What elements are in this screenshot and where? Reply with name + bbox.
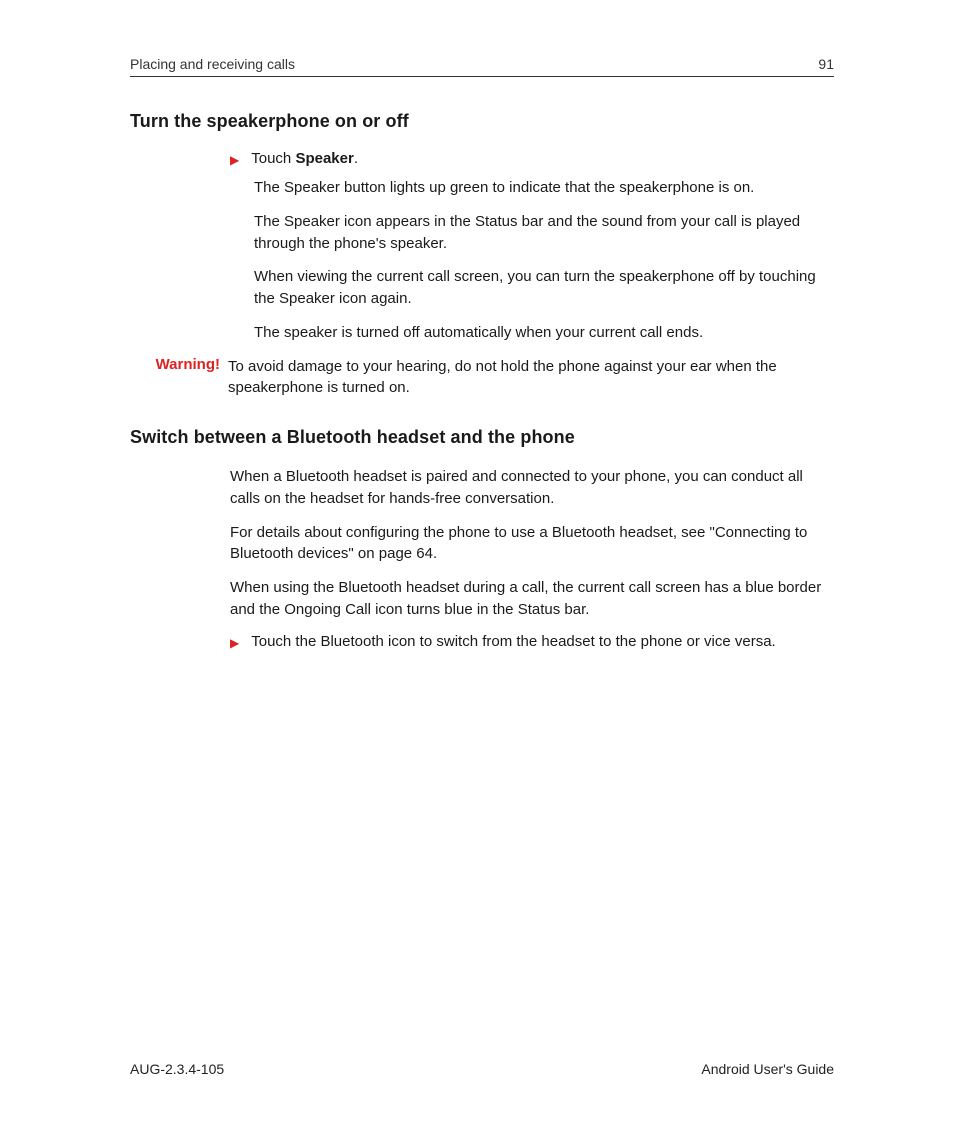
warning-callout: Warning! To avoid damage to your hearing…: [148, 356, 834, 400]
action-bold: Speaker: [295, 150, 353, 167]
paragraph: The Speaker icon appears in the Status b…: [254, 211, 834, 255]
section-title-speakerphone: Turn the speakerphone on or off: [130, 111, 834, 132]
chapter-title: Placing and receiving calls: [130, 56, 295, 72]
bullet-text: Touch the Bluetooth icon to switch from …: [251, 633, 775, 650]
triangle-bullet-icon: ▶: [230, 636, 239, 650]
page-footer: AUG-2.3.4-105 Android User's Guide: [130, 1061, 834, 1077]
triangle-bullet-icon: ▶: [230, 153, 239, 167]
action-item-speaker: ▶ Touch Speaker.: [230, 150, 834, 167]
paragraph: The Speaker button lights up green to in…: [254, 177, 834, 199]
paragraph: The speaker is turned off automatically …: [254, 322, 834, 344]
doc-title: Android User's Guide: [701, 1061, 834, 1077]
paragraph: When a Bluetooth headset is paired and c…: [230, 466, 834, 510]
warning-label: Warning!: [148, 356, 228, 373]
section-title-bluetooth: Switch between a Bluetooth headset and t…: [130, 427, 834, 448]
action-line: Touch Speaker.: [251, 150, 358, 167]
paragraph: When using the Bluetooth headset during …: [230, 577, 834, 621]
action-suffix: .: [354, 150, 358, 167]
action-prefix: Touch: [251, 150, 295, 167]
page-header: Placing and receiving calls 91: [130, 56, 834, 77]
action-item-bluetooth: ▶ Touch the Bluetooth icon to switch fro…: [230, 633, 834, 650]
warning-text: To avoid damage to your hearing, do not …: [228, 356, 834, 400]
paragraph: For details about configuring the phone …: [230, 522, 834, 566]
paragraph: When viewing the current call screen, yo…: [254, 266, 834, 310]
doc-id: AUG-2.3.4-105: [130, 1061, 224, 1077]
page-number: 91: [818, 56, 834, 72]
